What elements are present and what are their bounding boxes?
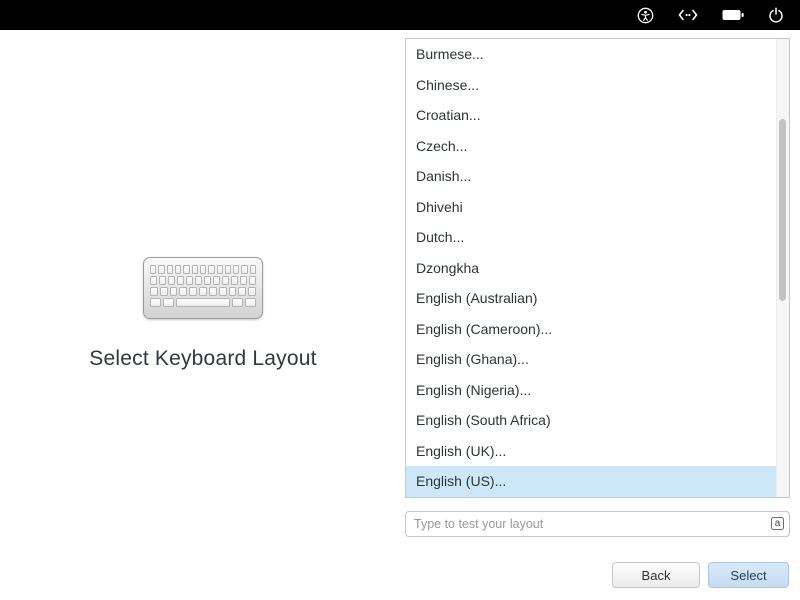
accessibility-icon[interactable] — [637, 7, 654, 24]
list-item[interactable]: Dzongkha — [406, 253, 789, 284]
list-item[interactable]: Dhivehi — [406, 192, 789, 223]
keyboard-preview-icon[interactable]: a — [771, 517, 784, 530]
layout-list-panel: Burmese...Chinese...Croatian...Czech...D… — [405, 38, 790, 498]
network-icon[interactable] — [678, 9, 698, 21]
list-item[interactable]: Chinese... — [406, 70, 789, 101]
list-item[interactable]: English (Cameroon)... — [406, 314, 789, 345]
list-item[interactable]: Dutch... — [406, 222, 789, 253]
back-button[interactable]: Back — [612, 562, 700, 588]
scrollbar-thumb[interactable] — [779, 119, 786, 301]
list-item[interactable]: Croatian... — [406, 100, 789, 131]
list-item[interactable]: Danish... — [406, 161, 789, 192]
list-item[interactable]: English (UK)... — [406, 436, 789, 467]
test-input[interactable] — [405, 511, 790, 537]
list-item[interactable]: English (Australian) — [406, 283, 789, 314]
list-item[interactable]: English (South Africa) — [406, 405, 789, 436]
list-item[interactable]: English (US)... — [406, 466, 789, 497]
page-title: Select Keyboard Layout — [0, 347, 406, 371]
battery-icon[interactable] — [722, 9, 744, 21]
power-icon[interactable] — [768, 7, 784, 23]
list-item[interactable]: Burmese... — [406, 39, 789, 70]
list-item[interactable]: English (Ghana)... — [406, 344, 789, 375]
topbar — [0, 0, 800, 30]
list-item[interactable]: English (Nigeria)... — [406, 375, 789, 406]
list-item[interactable]: Czech... — [406, 131, 789, 162]
select-button[interactable]: Select — [708, 562, 789, 588]
test-input-wrap: a — [405, 511, 790, 537]
scrollbar[interactable] — [776, 39, 789, 497]
layout-list: Burmese...Chinese...Croatian...Czech...D… — [406, 39, 789, 497]
keyboard-icon — [143, 257, 263, 319]
